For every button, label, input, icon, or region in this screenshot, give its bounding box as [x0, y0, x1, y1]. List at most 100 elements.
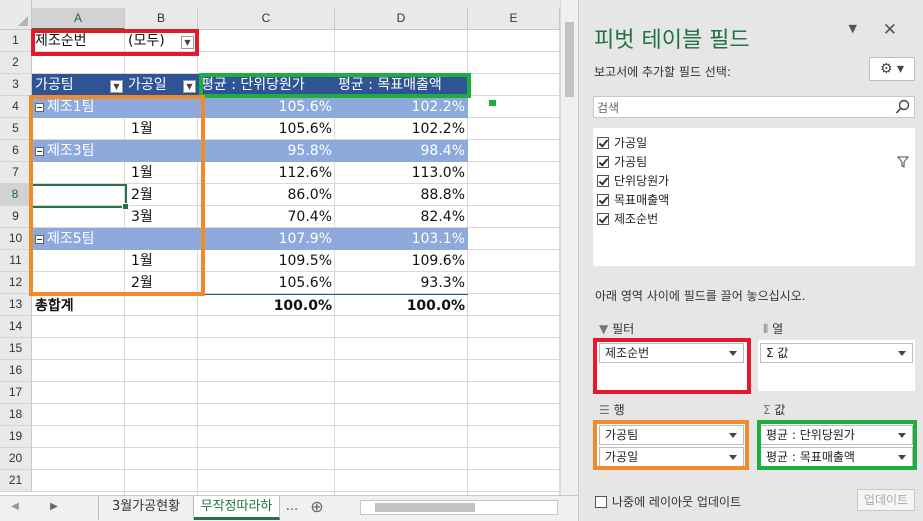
grand-total-measure1[interactable]: 100.0% [198, 294, 335, 316]
horizontal-scrollbar[interactable] [360, 500, 558, 515]
pivot-value-c[interactable]: 109.5% [198, 250, 335, 272]
row-header-5[interactable]: 5 [0, 118, 32, 140]
columns-chip-0[interactable]: Σ 값 [760, 343, 913, 363]
pivot-cell-b[interactable]: 2월 [125, 184, 198, 206]
column-header-a[interactable]: A [32, 8, 125, 30]
defer-checkbox[interactable] [595, 496, 607, 508]
chevron-down-icon[interactable] [898, 433, 906, 438]
field-item[interactable]: 가공팀 [597, 153, 647, 171]
pivot-cell-b[interactable] [125, 140, 198, 162]
pivot-value-d[interactable]: 88.8% [335, 184, 468, 206]
column-header-e[interactable]: E [468, 8, 560, 30]
col-label-dropdown-icon[interactable]: ▼ [183, 80, 196, 93]
field-checkbox[interactable] [597, 213, 609, 225]
row-header-8[interactable]: 8 [0, 184, 32, 206]
pivot-value-c[interactable]: 95.8% [198, 140, 335, 162]
row-header-20[interactable]: 20 [0, 448, 32, 470]
horizontal-scroll-thumb[interactable] [375, 503, 475, 512]
more-sheets-icon[interactable]: ... [282, 496, 302, 520]
row-header-9[interactable]: 9 [0, 206, 32, 228]
row-header-12[interactable]: 12 [0, 272, 32, 294]
group-label-cell[interactable]: 제조3팀 [32, 140, 125, 162]
column-header-b[interactable]: B [125, 8, 198, 30]
row-header-17[interactable]: 17 [0, 382, 32, 404]
field-checkbox[interactable] [597, 194, 609, 206]
pivot-value-d[interactable]: 98.4% [335, 140, 468, 162]
row-header-3[interactable]: 3 [0, 74, 32, 96]
grand-total-label[interactable]: 총합계 [32, 294, 125, 316]
row-header-11[interactable]: 11 [0, 250, 32, 272]
chevron-down-icon[interactable] [729, 433, 737, 438]
row-label-filter-icon[interactable]: ▼ [110, 80, 123, 93]
column-header-d[interactable]: D [335, 8, 468, 30]
vertical-scroll-thumb[interactable] [565, 22, 574, 97]
measure1-header[interactable]: 평균 : 단위당원가 [198, 74, 335, 96]
tab-scroll-next-icon[interactable]: ▶ [36, 496, 72, 520]
pivot-cell-b[interactable]: 3월 [125, 206, 198, 228]
worksheet[interactable]: A B C D E 1 2 3 4 5 6 7 8 9 10 11 12 13 14 15 16 17 18 19 2… [0, 0, 560, 521]
filter-field-label[interactable]: 제조순번 [32, 30, 125, 52]
pane-close-icon[interactable]: ✕ [883, 20, 897, 40]
row-header-1[interactable]: 1 [0, 30, 32, 52]
pivot-value-d[interactable]: 103.1% [335, 228, 468, 250]
pivot-cell-b[interactable]: 1월 [125, 250, 198, 272]
pivot-cell-a[interactable] [32, 162, 125, 184]
pivot-value-d[interactable]: 102.2% [335, 118, 468, 140]
row-label-header[interactable]: 가공팀 [32, 74, 112, 96]
row-header-4[interactable]: 4 [0, 96, 32, 118]
filter-dropdown-icon[interactable]: ▼ [181, 36, 194, 49]
pivot-cell-b[interactable]: 1월 [125, 162, 198, 184]
update-button[interactable]: 업데이트 [857, 489, 915, 511]
measure2-header[interactable]: 평균 : 목표매출액 [335, 74, 468, 96]
row-header-7[interactable]: 7 [0, 162, 32, 184]
field-checkbox[interactable] [597, 156, 609, 168]
field-item[interactable]: 가공일 [597, 134, 647, 152]
pivot-cell-a[interactable] [32, 272, 125, 294]
pivot-value-d[interactable]: 102.2% [335, 96, 468, 118]
collapse-icon[interactable] [35, 147, 44, 156]
grand-total-measure2[interactable]: 100.0% [335, 294, 468, 316]
row-header-16[interactable]: 16 [0, 360, 32, 382]
row-header-2[interactable]: 2 [0, 52, 32, 74]
add-sheet-icon[interactable]: ⊕ [305, 496, 329, 520]
search-icon[interactable] [895, 99, 911, 115]
field-checkbox[interactable] [597, 137, 609, 149]
field-item[interactable]: 제조순번 [597, 210, 658, 228]
vertical-scrollbar[interactable] [560, 0, 578, 495]
pivot-cell-b[interactable] [125, 96, 198, 118]
pivot-cell-a[interactable] [32, 206, 125, 228]
field-checkbox[interactable] [597, 175, 609, 187]
gear-icon[interactable]: ⚙ ▾ [869, 57, 915, 81]
values-chip-0[interactable]: 평균 : 단위당원가 [760, 425, 913, 445]
pivot-value-c[interactable]: 86.0% [198, 184, 335, 206]
row-header-21[interactable]: 21 [0, 470, 32, 492]
pivot-value-c[interactable]: 105.6% [198, 118, 335, 140]
grand-total-empty[interactable] [125, 294, 198, 316]
chevron-down-icon[interactable] [898, 455, 906, 460]
sheet-tab-0[interactable]: 3월가공현황 [98, 496, 194, 520]
pivot-cell-a[interactable] [32, 250, 125, 272]
collapse-icon[interactable] [35, 103, 44, 112]
row-header-13[interactable]: 13 [0, 294, 32, 316]
tab-scroll-prev-icon[interactable]: ◀ [0, 496, 30, 520]
filter-field-value[interactable]: (모두) [125, 30, 181, 52]
field-item[interactable]: 목표매출액 [597, 191, 669, 209]
pivot-cell-a[interactable] [32, 118, 125, 140]
sheet-tab-1[interactable]: 무작정따라하 [194, 496, 280, 520]
pivot-value-c[interactable]: 112.6% [198, 162, 335, 184]
field-item[interactable]: 단위당원가 [597, 172, 669, 190]
field-search-input[interactable]: 검색 [593, 96, 915, 118]
pivot-value-c[interactable]: 105.6% [198, 272, 335, 294]
values-chip-1[interactable]: 평균 : 목표매출액 [760, 447, 913, 467]
pivot-cell-b[interactable] [125, 228, 198, 250]
rows-chip-1[interactable]: 가공일 [599, 447, 744, 467]
row-header-18[interactable]: 18 [0, 404, 32, 426]
defer-update-option[interactable]: 나중에 레이아웃 업데이트 [595, 493, 741, 510]
column-header-c[interactable]: C [198, 8, 335, 30]
row-header-15[interactable]: 15 [0, 338, 32, 360]
pivot-cell-b[interactable]: 2월 [125, 272, 198, 294]
row-header-19[interactable]: 19 [0, 426, 32, 448]
pivot-value-c[interactable]: 70.4% [198, 206, 335, 228]
active-cell-selection[interactable] [31, 184, 129, 210]
pivot-value-c[interactable]: 105.6% [198, 96, 335, 118]
